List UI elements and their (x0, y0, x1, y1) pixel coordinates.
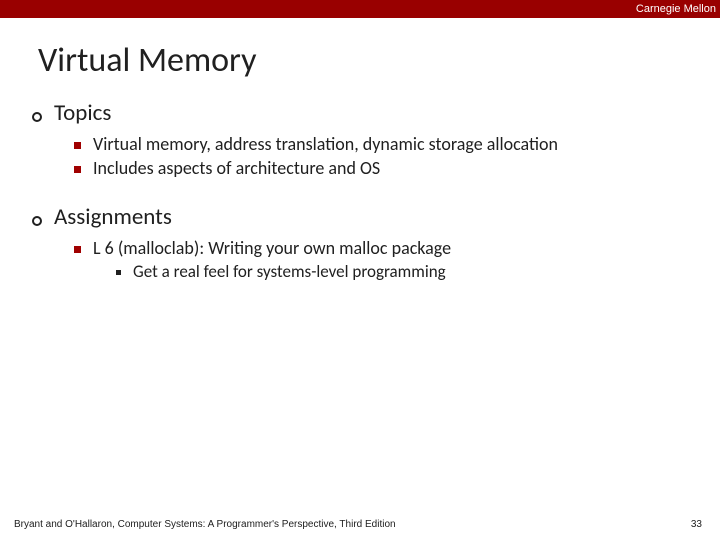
section-topics: Topics Virtual memory, address translati… (32, 99, 696, 179)
hollow-circle-bullet-icon (32, 216, 42, 226)
footer-attribution: Bryant and O'Hallaron, Computer Systems:… (14, 519, 396, 530)
header-bar: Carnegie Mellon (0, 0, 720, 18)
small-square-bullet-icon (116, 270, 121, 275)
institution-label: Carnegie Mellon (636, 3, 716, 15)
list-item-text: L 6 (malloclab): Writing your own malloc… (93, 237, 451, 259)
slide-footer: Bryant and O'Hallaron, Computer Systems:… (0, 519, 720, 530)
footer-page-number: 33 (691, 519, 702, 530)
hollow-circle-bullet-icon (32, 112, 42, 122)
sublist-item-text: Get a real feel for systems-level progra… (133, 261, 446, 282)
list-item: Virtual memory, address translation, dyn… (32, 133, 696, 155)
list-item-text: Virtual memory, address translation, dyn… (93, 133, 558, 155)
red-square-bullet-icon (74, 166, 81, 173)
list-item: Includes aspects of architecture and OS (32, 157, 696, 179)
slide-content: Topics Virtual memory, address translati… (0, 99, 720, 282)
sublist-item: Get a real feel for systems-level progra… (32, 261, 696, 282)
slide-title: Virtual Memory (0, 18, 720, 99)
red-square-bullet-icon (74, 142, 81, 149)
red-square-bullet-icon (74, 246, 81, 253)
section-assignments: Assignments L 6 (malloclab): Writing you… (32, 203, 696, 282)
list-item: L 6 (malloclab): Writing your own malloc… (32, 237, 696, 259)
section-heading: Assignments (54, 203, 172, 231)
section-heading-row: Assignments (32, 203, 696, 231)
list-item-text: Includes aspects of architecture and OS (93, 157, 380, 179)
section-heading: Topics (54, 99, 111, 127)
section-heading-row: Topics (32, 99, 696, 127)
